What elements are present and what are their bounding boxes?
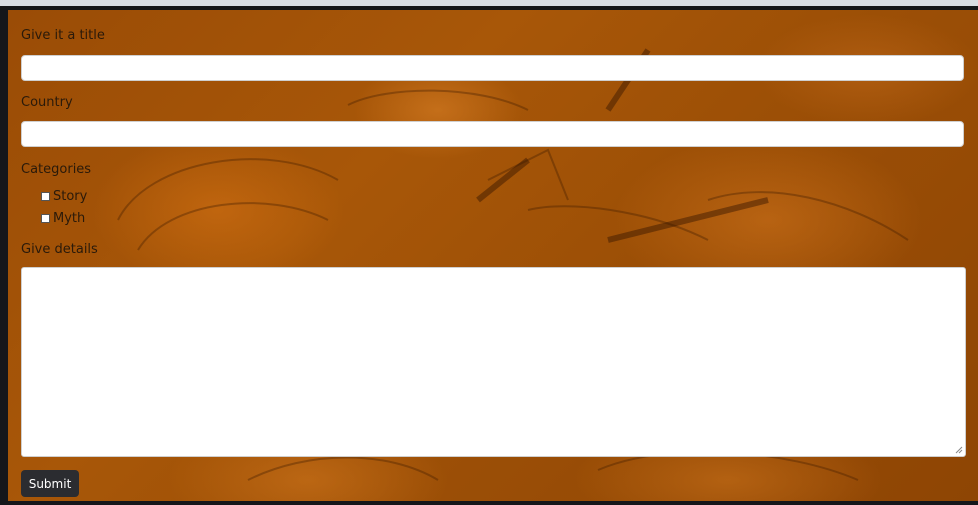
submit-button[interactable]: Submit [21,470,79,497]
title-label: Give it a title [21,28,105,43]
title-input[interactable] [21,55,964,81]
window-frame: Give it a title Country Categories Story… [0,6,978,505]
details-label: Give details [21,242,98,257]
resize-handle-icon[interactable] [955,446,963,454]
details-textarea[interactable] [21,267,966,457]
categories-label: Categories [21,162,92,177]
myth-checkbox[interactable] [41,213,50,223]
story-checkbox[interactable] [41,191,50,201]
category-story-option[interactable]: Story [41,187,87,205]
story-label: Story [53,188,88,204]
category-myth-option[interactable]: Myth [41,209,85,227]
form-panel: Give it a title Country Categories Story… [8,10,978,501]
country-input[interactable] [21,121,964,147]
country-label: Country [21,95,73,110]
myth-label: Myth [53,210,86,226]
